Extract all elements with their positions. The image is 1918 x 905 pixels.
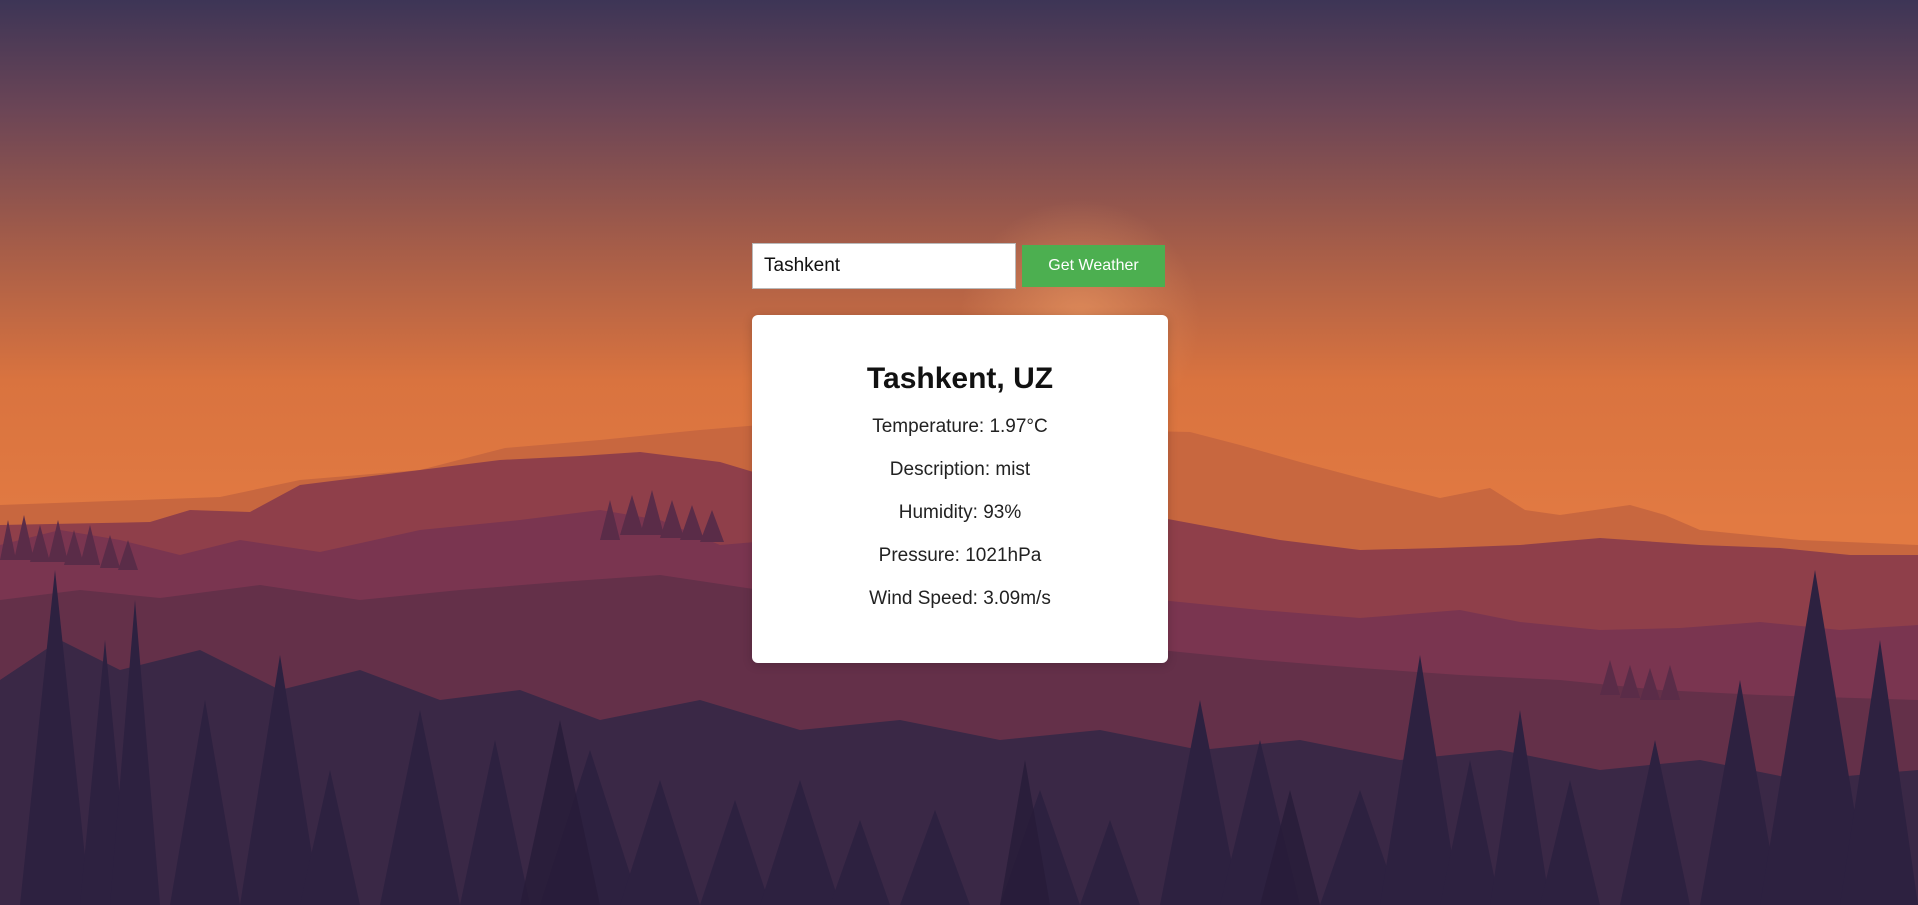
get-weather-button[interactable]: Get Weather (1022, 245, 1165, 287)
temperature-text: Temperature: 1.97°C (872, 416, 1048, 437)
wind-speed-text: Wind Speed: 3.09m/s (869, 588, 1051, 609)
city-input[interactable] (752, 243, 1016, 289)
pressure-text: Pressure: 1021hPa (878, 545, 1042, 566)
weather-card: Tashkent, UZ Temperature: 1.97°C Descrip… (752, 315, 1168, 663)
location-title: Tashkent, UZ (866, 362, 1054, 395)
search-bar: Get Weather (752, 243, 1165, 289)
description-text: Description: mist (889, 459, 1031, 480)
humidity-text: Humidity: 93% (898, 502, 1022, 523)
